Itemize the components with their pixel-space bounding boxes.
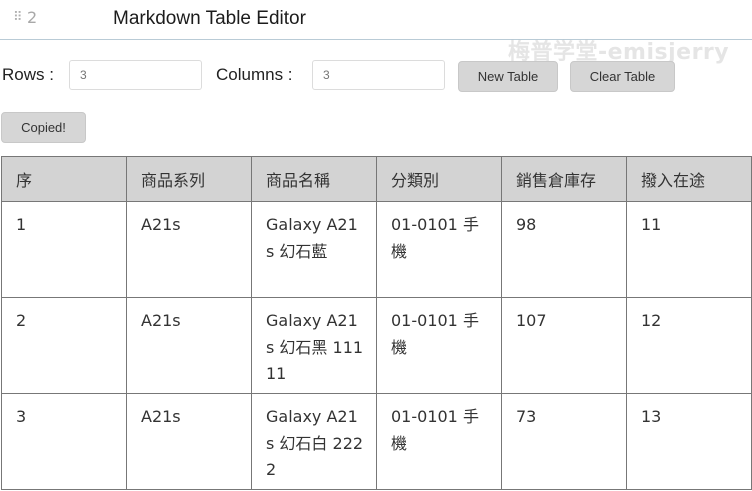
columns-label: Columns : bbox=[216, 65, 293, 84]
cell-text: A21s bbox=[141, 407, 181, 426]
copied-button[interactable]: Copied! bbox=[1, 112, 86, 143]
cell-text: 01-0101 手機 bbox=[391, 215, 479, 261]
cell-text: 73 bbox=[516, 407, 537, 426]
cell-text: 3 bbox=[16, 407, 27, 426]
new-table-button[interactable]: New Table bbox=[458, 61, 558, 92]
clear-table-button[interactable]: Clear Table bbox=[570, 61, 675, 92]
table-cell[interactable]: Galaxy A21s 幻石白 2222 bbox=[251, 393, 377, 490]
table-row: 3 A21s Galaxy A21s 幻石白 2222 01-0101 手機 7… bbox=[1, 393, 752, 490]
table-cell[interactable]: 13 bbox=[626, 393, 752, 490]
header-cell[interactable]: 商品名稱 bbox=[251, 156, 377, 202]
table-cell[interactable]: 01-0101 手機 bbox=[376, 393, 502, 490]
block-number: 2 bbox=[27, 8, 38, 27]
table-cell[interactable]: A21s bbox=[126, 201, 252, 298]
page-title: Markdown Table Editor bbox=[113, 8, 306, 29]
table-header-row: 序 商品系列 商品名稱 分類別 銷售倉庫存 撥入在途 bbox=[1, 156, 752, 202]
table-cell[interactable]: 12 bbox=[626, 297, 752, 394]
table-cell[interactable]: 73 bbox=[501, 393, 627, 490]
table-cell[interactable]: Galaxy A21s 幻石藍 bbox=[251, 201, 377, 298]
markdown-table-editor: ⠿ 2 Markdown Table Editor 梅普学堂-emisjerry… bbox=[0, 0, 752, 491]
drag-handle-icon[interactable]: ⠿ bbox=[13, 10, 24, 25]
cell-text: 11 bbox=[641, 215, 662, 234]
cell-text: 01-0101 手機 bbox=[391, 311, 479, 357]
table-cell[interactable]: 11 bbox=[626, 201, 752, 298]
table-cell[interactable]: 01-0101 手機 bbox=[376, 201, 502, 298]
table-cell[interactable]: 2 bbox=[1, 297, 127, 394]
cell-text: Galaxy A21s 幻石白 2222 bbox=[266, 407, 364, 479]
table-cell[interactable]: 98 bbox=[501, 201, 627, 298]
table-cell[interactable]: 107 bbox=[501, 297, 627, 394]
rows-input[interactable] bbox=[69, 60, 202, 90]
cell-text: 12 bbox=[641, 311, 662, 330]
cell-text: 1 bbox=[16, 215, 27, 234]
cell-text: 01-0101 手機 bbox=[391, 407, 479, 453]
cell-text: A21s bbox=[141, 215, 181, 234]
cell-text: Galaxy A21s 幻石黑 11111 bbox=[266, 311, 364, 383]
cell-text: 98 bbox=[516, 215, 537, 234]
table-cell[interactable]: Galaxy A21s 幻石黑 11111 bbox=[251, 297, 377, 394]
table-row: 1 A21s Galaxy A21s 幻石藍 01-0101 手機 98 11 bbox=[1, 201, 752, 298]
cell-text: 2 bbox=[16, 311, 27, 330]
header-cell[interactable]: 分類別 bbox=[376, 156, 502, 202]
cell-text: 107 bbox=[516, 311, 547, 330]
header-cell[interactable]: 銷售倉庫存 bbox=[501, 156, 627, 202]
header-cell[interactable]: 商品系列 bbox=[126, 156, 252, 202]
markdown-table: 序 商品系列 商品名稱 分類別 銷售倉庫存 撥入在途 1 A21s Galaxy… bbox=[1, 156, 752, 490]
table-cell[interactable]: 3 bbox=[1, 393, 127, 490]
rows-label: Rows : bbox=[2, 65, 54, 84]
cell-text: Galaxy A21s 幻石藍 bbox=[266, 215, 358, 261]
header-cell[interactable]: 撥入在途 bbox=[626, 156, 752, 202]
columns-input[interactable] bbox=[312, 60, 445, 90]
cell-text: A21s bbox=[141, 311, 181, 330]
table-row: 2 A21s Galaxy A21s 幻石黑 11111 01-0101 手機 … bbox=[1, 297, 752, 394]
table-cell[interactable]: 01-0101 手機 bbox=[376, 297, 502, 394]
table-cell[interactable]: 1 bbox=[1, 201, 127, 298]
header-cell[interactable]: 序 bbox=[1, 156, 127, 202]
table-cell[interactable]: A21s bbox=[126, 297, 252, 394]
cell-text: 13 bbox=[641, 407, 662, 426]
table-cell[interactable]: A21s bbox=[126, 393, 252, 490]
